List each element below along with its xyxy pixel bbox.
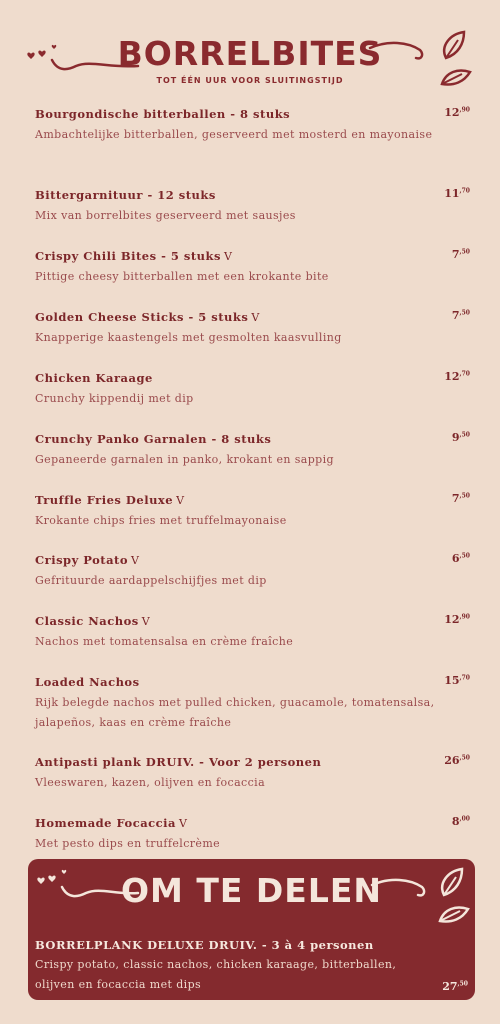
item-price: 12,90: [444, 613, 470, 626]
item-price: 27,50: [442, 980, 468, 993]
item-description: Pittige cheesy bitterballen met een krok…: [35, 270, 329, 283]
menu-item: Crunchy Panko Garnalen - 8 stuks Gepaneer…: [35, 431, 470, 470]
item-price: 12,70: [444, 370, 470, 383]
vegetarian-v-icon: V: [223, 250, 233, 263]
menu-item: Chicken Karaage Crunchy kippendij met dip…: [35, 370, 470, 409]
menu-item: Antipasti plank DRUIV. - Voor 2 personen…: [35, 754, 470, 793]
menu-item: Loaded Nachos Rijk belegde nachos met pul…: [35, 674, 470, 733]
menu-item: Homemade Focaccia V Met pesto dips en truf…: [35, 815, 470, 854]
item-description: Gepaneerde garnalen in panko, krokant en…: [35, 453, 334, 466]
item-description: Rijk belegde nachos met pulled chicken, …: [35, 696, 435, 729]
item-price: 9,50: [451, 431, 470, 444]
item-name: Crispy Chili Bites - 5 stuks V: [35, 249, 233, 263]
item-name: Homemade Focaccia V: [35, 816, 188, 830]
menu-item: Crispy Chili Bites - 5 stuks V Pittige che…: [35, 248, 470, 287]
item-price: 6,50: [451, 552, 470, 565]
menu-header: BORRELBITES TOT ÉÉN UUR VOOR SLUITINGSTI…: [0, 0, 500, 95]
item-name: Chicken Karaage: [35, 371, 153, 385]
item-price: 8,00: [451, 815, 470, 828]
swirl-line: [370, 878, 426, 897]
item-name: Golden Cheese Sticks - 5 stuks V: [35, 310, 260, 324]
item-name: Bittergarnituur - 12 stuks: [35, 188, 216, 202]
page-subtitle: TOT ÉÉN UUR VOOR SLUITINGSTIJD: [156, 76, 344, 85]
item-price: 11,70: [444, 187, 470, 200]
vegetarian-v-icon: V: [179, 817, 188, 830]
vegetarian-v-icon: V: [141, 615, 151, 628]
item-description: Crispy potato, classic nachos, chicken k…: [35, 958, 397, 991]
item-description: Met pesto dips en truffelcrème: [35, 837, 221, 850]
item-description: Gefrituurde aardappelschijfjes met dip: [35, 574, 267, 587]
item-name: Antipasti plank DRUIV. - Voor 2 personen: [35, 755, 322, 769]
menu-item: Golden Cheese Sticks - 5 stuks V Knapperig…: [35, 309, 470, 348]
menu-item: Classic Nachos V Nachos met tomatensalsa e…: [35, 613, 470, 652]
share-section: OM TE DELEN BORRELPLANK DELUXE DRUIV. - …: [28, 859, 475, 1000]
item-description: Vleeswaren, kazen, olijven en focaccia: [35, 776, 266, 789]
item-price: 12,90: [444, 106, 470, 119]
menu-item: Bittergarnituur - 12 stuks Mix van borrel…: [35, 187, 470, 226]
swirl-line: [368, 41, 424, 60]
share-item: BORRELPLANK DELUXE DRUIV. - 3 à 4 person…: [35, 937, 468, 993]
menu-item: Bourgondische bitterballen - 8 stuks Amba…: [35, 106, 470, 145]
item-name: Crunchy Panko Garnalen - 8 stuks: [35, 432, 272, 446]
vegetarian-v-icon: V: [176, 494, 185, 507]
item-name: Classic Nachos V: [35, 614, 151, 628]
item-description: Ambachtelijke bitterballen, geserveerd m…: [35, 128, 433, 141]
item-description: Nachos met tomatensalsa en crème fraîche: [35, 635, 294, 648]
menu-item: Truffle Fries Deluxe V Krokante chips frie…: [35, 492, 470, 531]
item-price: 7,50: [451, 248, 470, 261]
item-price: 7,50: [451, 309, 470, 322]
vegetarian-v-icon: V: [251, 311, 260, 324]
item-price: 15,70: [444, 674, 470, 687]
item-price: 7,50: [451, 492, 470, 505]
item-name: Loaded Nachos: [35, 675, 140, 689]
item-description: Mix van borrelbites geserveerd met sausj…: [35, 209, 296, 222]
item-name: BORRELPLANK DELUXE DRUIV. - 3 à 4 person…: [35, 938, 374, 952]
vegetarian-v-icon: V: [131, 554, 140, 567]
item-name: Truffle Fries Deluxe V: [35, 493, 185, 507]
item-description: Krokante chips fries met truffelmayonais…: [35, 514, 287, 527]
item-description: Crunchy kippendij met dip: [35, 392, 194, 405]
item-description: Knapperige kaastengels met gesmolten kaa…: [35, 331, 342, 344]
leaf-icon: [438, 867, 470, 923]
leaf-icon: [440, 30, 472, 86]
item-name: Crispy Potato V: [35, 553, 140, 567]
item-name: Bourgondische bitterballen - 8 stuks: [35, 107, 291, 121]
item-price: 26,50: [444, 754, 470, 767]
menu-item: Crispy Potato V Gefrituurde aardappelschij…: [35, 552, 470, 591]
